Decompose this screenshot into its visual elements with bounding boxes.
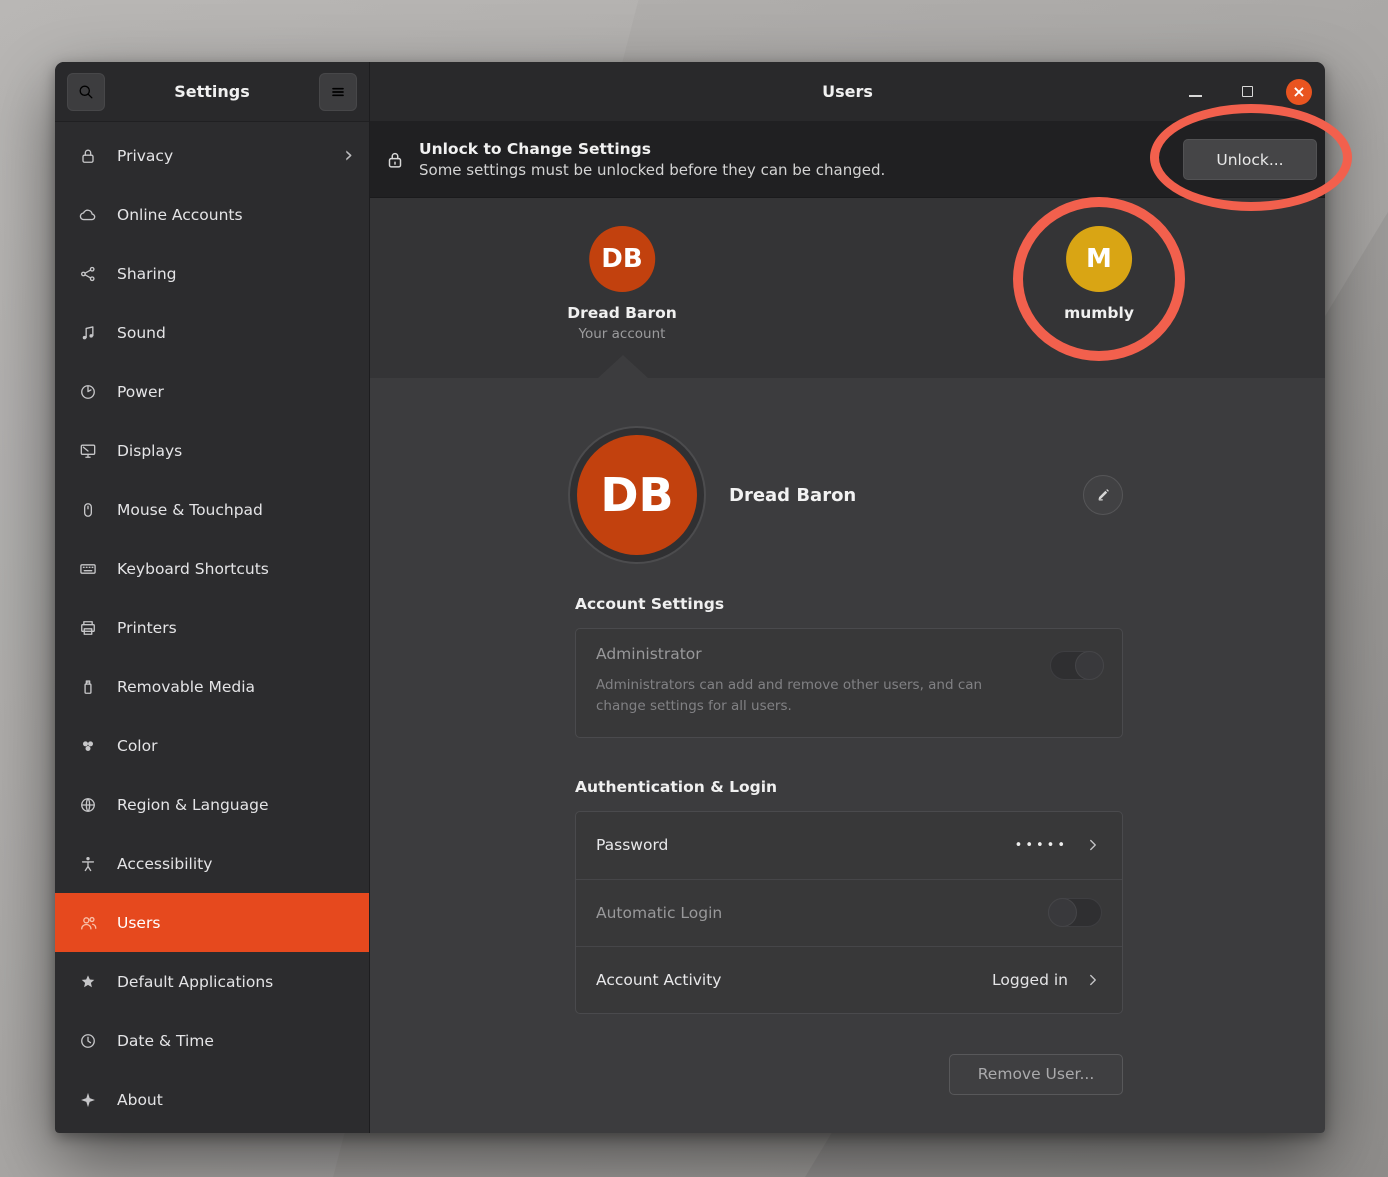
maximize-button[interactable] xyxy=(1234,79,1260,105)
minimize-button[interactable] xyxy=(1182,79,1208,105)
usb-drive-icon xyxy=(77,676,99,698)
sidebar-nav: Privacy › Online Accounts Sharing xyxy=(55,122,369,1133)
settings-window: Settings Privacy › xyxy=(55,62,1325,1133)
maximize-icon xyxy=(1242,86,1253,97)
sidebar-item-color[interactable]: Color xyxy=(55,716,369,775)
sidebar-item-users[interactable]: Users xyxy=(55,893,369,952)
close-icon: × xyxy=(1292,82,1305,101)
lock-icon xyxy=(77,145,99,167)
selected-user-pointer xyxy=(598,355,648,378)
unlock-banner-subtitle: Some settings must be unlocked before th… xyxy=(419,161,885,179)
unlock-banner-text: Unlock to Change Settings Some settings … xyxy=(419,140,885,179)
sidebar-item-date-time[interactable]: Date & Time xyxy=(55,1011,369,1070)
account-activity-value: Logged in xyxy=(992,971,1068,989)
automatic-login-label: Automatic Login xyxy=(596,904,722,922)
desktop: Settings Privacy › xyxy=(0,0,1388,1177)
close-button[interactable]: × xyxy=(1286,79,1312,105)
sparkle-icon xyxy=(77,1089,99,1111)
chevron-right-icon xyxy=(1084,836,1102,854)
star-icon xyxy=(77,971,99,993)
unlock-button[interactable]: Unlock... xyxy=(1183,139,1317,180)
hamburger-icon xyxy=(328,82,348,102)
sidebar-item-sound[interactable]: Sound xyxy=(55,303,369,362)
unlock-banner: Unlock to Change Settings Some settings … xyxy=(370,122,1325,198)
sidebar-item-displays[interactable]: Displays xyxy=(55,421,369,480)
power-icon xyxy=(77,381,99,403)
user-name: mumbly xyxy=(1064,304,1134,322)
cloud-icon xyxy=(77,204,99,226)
sidebar-item-region-language[interactable]: Region & Language xyxy=(55,775,369,834)
account-settings-heading: Account Settings xyxy=(575,595,1123,613)
titlebar: Users × xyxy=(370,62,1325,122)
printer-icon xyxy=(77,617,99,639)
carousel-user-dread-baron[interactable]: DB Dread Baron Your account xyxy=(567,226,677,342)
sidebar-title: Settings xyxy=(174,82,250,101)
search-icon xyxy=(76,82,96,102)
automatic-login-row: Automatic Login xyxy=(576,879,1122,946)
account-activity-row[interactable]: Account Activity Logged in xyxy=(576,946,1122,1013)
share-icon xyxy=(77,263,99,285)
toggle-knob xyxy=(1075,651,1104,680)
avatar: DB xyxy=(589,226,655,292)
password-dots: ••••• xyxy=(1015,838,1068,853)
main-panel: Users × Unlock to Change Settings Some s… xyxy=(370,62,1325,1133)
minimize-icon xyxy=(1189,95,1202,97)
accessibility-icon xyxy=(77,853,99,875)
sidebar: Settings Privacy › xyxy=(55,62,370,1133)
profile-avatar[interactable]: DB xyxy=(577,435,697,555)
unlock-banner-title: Unlock to Change Settings xyxy=(419,140,885,158)
user-detail-panel: DB Dread Baron Account Settings Administ… xyxy=(370,378,1325,1133)
automatic-login-toggle[interactable] xyxy=(1048,898,1102,927)
sidebar-item-accessibility[interactable]: Accessibility xyxy=(55,834,369,893)
account-settings-card: Administrator Administrators can add and… xyxy=(575,628,1123,738)
avatar: M xyxy=(1066,226,1132,292)
account-activity-label: Account Activity xyxy=(596,971,721,989)
sidebar-item-default-applications[interactable]: Default Applications xyxy=(55,952,369,1011)
auth-login-card: Password ••••• Automatic Login xyxy=(575,811,1123,1014)
sidebar-item-sharing[interactable]: Sharing xyxy=(55,244,369,303)
user-subtitle: Your account xyxy=(567,326,677,342)
color-icon xyxy=(77,735,99,757)
profile-name: Dread Baron xyxy=(729,485,856,506)
sidebar-item-power[interactable]: Power xyxy=(55,362,369,421)
password-label: Password xyxy=(596,836,668,854)
administrator-label: Administrator xyxy=(596,645,1102,663)
auth-login-heading: Authentication & Login xyxy=(575,778,1123,796)
keyboard-icon xyxy=(77,558,99,580)
display-icon xyxy=(77,440,99,462)
mouse-icon xyxy=(77,499,99,521)
sidebar-item-online-accounts[interactable]: Online Accounts xyxy=(55,185,369,244)
remove-user-button[interactable]: Remove User... xyxy=(949,1054,1123,1095)
sidebar-item-keyboard-shortcuts[interactable]: Keyboard Shortcuts xyxy=(55,539,369,598)
chevron-right-icon: › xyxy=(344,145,353,167)
sidebar-item-privacy[interactable]: Privacy › xyxy=(55,126,369,185)
user-carousel: DB Dread Baron Your account M mumbly xyxy=(370,198,1325,378)
sidebar-item-mouse-touchpad[interactable]: Mouse & Touchpad xyxy=(55,480,369,539)
sidebar-item-about[interactable]: About xyxy=(55,1070,369,1129)
search-button[interactable] xyxy=(67,73,105,111)
user-name: Dread Baron xyxy=(567,304,677,322)
users-icon xyxy=(77,912,99,934)
chevron-right-icon xyxy=(1084,971,1102,989)
sidebar-item-printers[interactable]: Printers xyxy=(55,598,369,657)
toggle-knob xyxy=(1048,898,1077,927)
menu-button[interactable] xyxy=(319,73,357,111)
music-note-icon xyxy=(77,322,99,344)
pencil-icon xyxy=(1094,486,1112,504)
administrator-toggle[interactable] xyxy=(1050,651,1104,680)
clock-icon xyxy=(77,1030,99,1052)
profile-row: DB Dread Baron xyxy=(575,435,1123,555)
lock-icon xyxy=(384,149,406,171)
sidebar-header: Settings xyxy=(55,62,369,122)
edit-name-button[interactable] xyxy=(1083,475,1123,515)
carousel-user-mumbly[interactable]: M mumbly xyxy=(1064,226,1134,322)
globe-icon xyxy=(77,794,99,816)
window-controls: × xyxy=(1182,79,1325,105)
password-row[interactable]: Password ••••• xyxy=(576,812,1122,879)
sidebar-item-removable-media[interactable]: Removable Media xyxy=(55,657,369,716)
administrator-description: Administrators can add and remove other … xyxy=(596,675,1016,717)
